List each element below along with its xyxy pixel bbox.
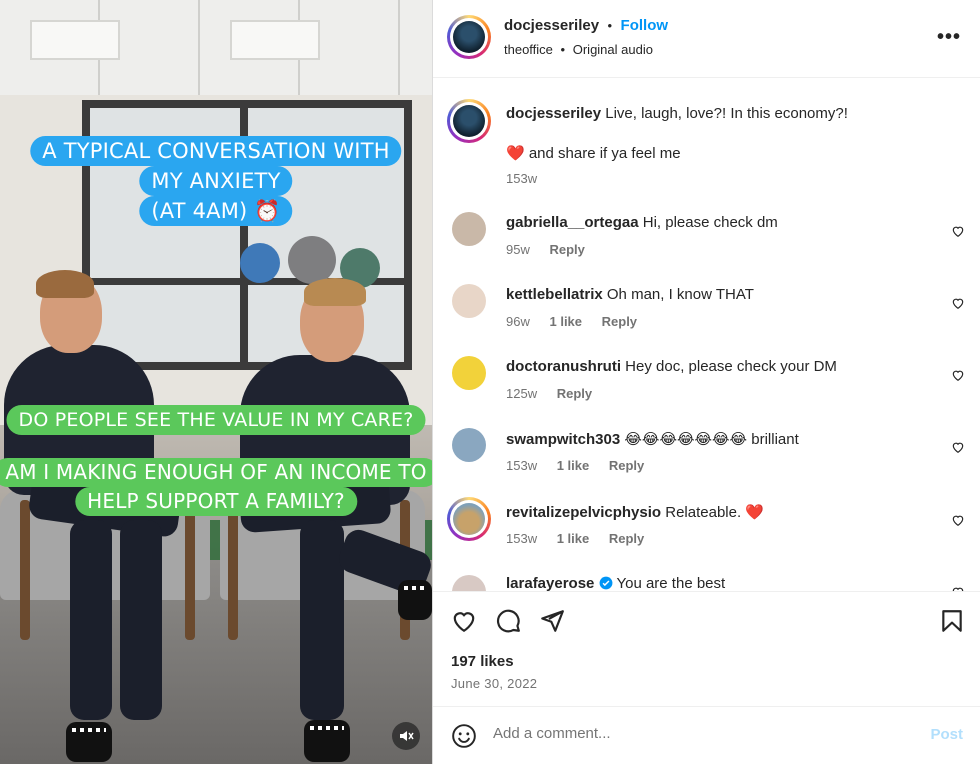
like-heart-icon[interactable] bbox=[451, 608, 477, 634]
comment-username[interactable]: revitalizepelvicphysio bbox=[506, 504, 661, 521]
comment-likes[interactable]: 1 like bbox=[557, 458, 590, 473]
likes-count[interactable]: 197 likes bbox=[451, 653, 514, 670]
post-actions: 197 likes June 30, 2022 bbox=[433, 591, 980, 705]
comment-bubble-icon[interactable] bbox=[495, 608, 521, 634]
like-comment-heart-icon[interactable] bbox=[951, 224, 965, 238]
reply-button[interactable]: Reply bbox=[557, 386, 592, 401]
reply-button[interactable]: Reply bbox=[609, 531, 644, 546]
reply-button[interactable]: Reply bbox=[602, 314, 637, 329]
commenter-avatar[interactable] bbox=[447, 497, 491, 541]
comment-text: Oh man, I know THAT bbox=[606, 286, 754, 303]
comment-text: You are the best bbox=[616, 575, 726, 591]
commenter-avatar[interactable] bbox=[452, 575, 486, 591]
comment-username[interactable]: swampwitch303 bbox=[506, 431, 620, 448]
comment-input[interactable] bbox=[493, 725, 893, 742]
audio-link[interactable]: Original audio bbox=[573, 42, 653, 57]
caption-lower: AM I MAKING ENOUGH OF AN INCOME TO HELP … bbox=[0, 458, 432, 516]
caption-text-2: ❤️ and share if ya feel me bbox=[506, 145, 681, 162]
caption-line: DO PEOPLE SEE THE VALUE IN MY CARE? bbox=[6, 405, 426, 435]
comment-time: 125w bbox=[506, 386, 538, 401]
separator-dot: • bbox=[560, 42, 566, 57]
like-comment-heart-icon[interactable] bbox=[951, 440, 965, 454]
comments-list[interactable]: docjesseriley Live, laugh, love?! In thi… bbox=[433, 79, 980, 591]
post-header: docjesseriley • Follow theoffice • Origi… bbox=[433, 0, 980, 78]
caption-text: Live, laugh, love?! In this economy?! bbox=[605, 105, 848, 122]
location-link[interactable]: theoffice bbox=[504, 42, 553, 57]
reply-button[interactable]: Reply bbox=[609, 458, 644, 473]
comment-time: 153w bbox=[506, 458, 538, 473]
emoji-smiley-icon[interactable] bbox=[451, 723, 477, 749]
commenter-avatar[interactable] bbox=[452, 212, 486, 246]
caption-username[interactable]: docjesseriley bbox=[506, 105, 601, 122]
comment-username[interactable]: gabriella__ortegaa bbox=[506, 214, 639, 231]
follow-button[interactable]: Follow bbox=[621, 17, 669, 34]
separator-dot: • bbox=[607, 18, 613, 33]
comment-likes[interactable]: 1 like bbox=[557, 531, 590, 546]
author-username[interactable]: docjesseriley bbox=[504, 17, 599, 34]
add-comment-bar: Post bbox=[433, 706, 980, 764]
caption-line: AM I MAKING ENOUGH OF AN INCOME TO bbox=[0, 458, 432, 487]
comment-text: Hi, please check dm bbox=[642, 214, 778, 231]
comment-likes[interactable]: 1 like bbox=[549, 314, 582, 329]
caption-line: HELP SUPPORT A FAMILY? bbox=[75, 487, 357, 516]
comment-username[interactable]: larafayerose bbox=[506, 575, 594, 591]
comment-text: Relateable. ❤️ bbox=[665, 504, 764, 521]
ceiling-light bbox=[30, 20, 120, 60]
author-avatar[interactable] bbox=[447, 15, 491, 59]
caption-line: MY ANXIETY bbox=[139, 166, 293, 196]
ceiling-light bbox=[230, 20, 320, 60]
commenter-avatar[interactable] bbox=[452, 284, 486, 318]
post-date[interactable]: June 30, 2022 bbox=[451, 676, 537, 691]
speaker-muted-icon[interactable] bbox=[392, 722, 420, 750]
commenter-avatar[interactable] bbox=[452, 428, 486, 462]
more-options-icon[interactable]: ••• bbox=[937, 26, 961, 49]
like-comment-heart-icon[interactable] bbox=[951, 368, 965, 382]
like-comment-heart-icon[interactable] bbox=[951, 513, 965, 527]
comment-username[interactable]: kettlebellatrix bbox=[506, 286, 603, 303]
caption-middle: DO PEOPLE SEE THE VALUE IN MY CARE? bbox=[6, 405, 426, 435]
comment-time: 153w bbox=[506, 531, 538, 546]
post-panel: docjesseriley • Follow theoffice • Origi… bbox=[432, 0, 980, 764]
commenter-avatar[interactable] bbox=[452, 356, 486, 390]
save-bookmark-icon[interactable] bbox=[939, 608, 965, 634]
ceiling bbox=[0, 0, 432, 95]
comment-text: Hey doc, please check your DM bbox=[625, 358, 837, 375]
post-comment-button[interactable]: Post bbox=[930, 726, 963, 743]
verified-badge-icon bbox=[599, 576, 612, 590]
like-comment-heart-icon[interactable] bbox=[951, 296, 965, 310]
comment-text: 😂😂😂😂😂😂😂 brilliant bbox=[624, 431, 799, 448]
reel-video[interactable]: A TYPICAL CONVERSATION WITH MY ANXIETY (… bbox=[0, 0, 432, 764]
comment-time: 95w bbox=[506, 242, 530, 257]
comment-time: 96w bbox=[506, 314, 530, 329]
caption-top: A TYPICAL CONVERSATION WITH MY ANXIETY (… bbox=[30, 136, 402, 226]
reply-button[interactable]: Reply bbox=[549, 242, 584, 257]
author-avatar[interactable] bbox=[447, 99, 491, 143]
caption-time: 153w bbox=[506, 171, 538, 186]
caption-line: A TYPICAL CONVERSATION WITH bbox=[30, 136, 402, 166]
share-paper-plane-icon[interactable] bbox=[539, 608, 565, 634]
caption-line: (AT 4AM) ⏰ bbox=[139, 196, 293, 226]
comment-username[interactable]: doctoranushruti bbox=[506, 358, 621, 375]
